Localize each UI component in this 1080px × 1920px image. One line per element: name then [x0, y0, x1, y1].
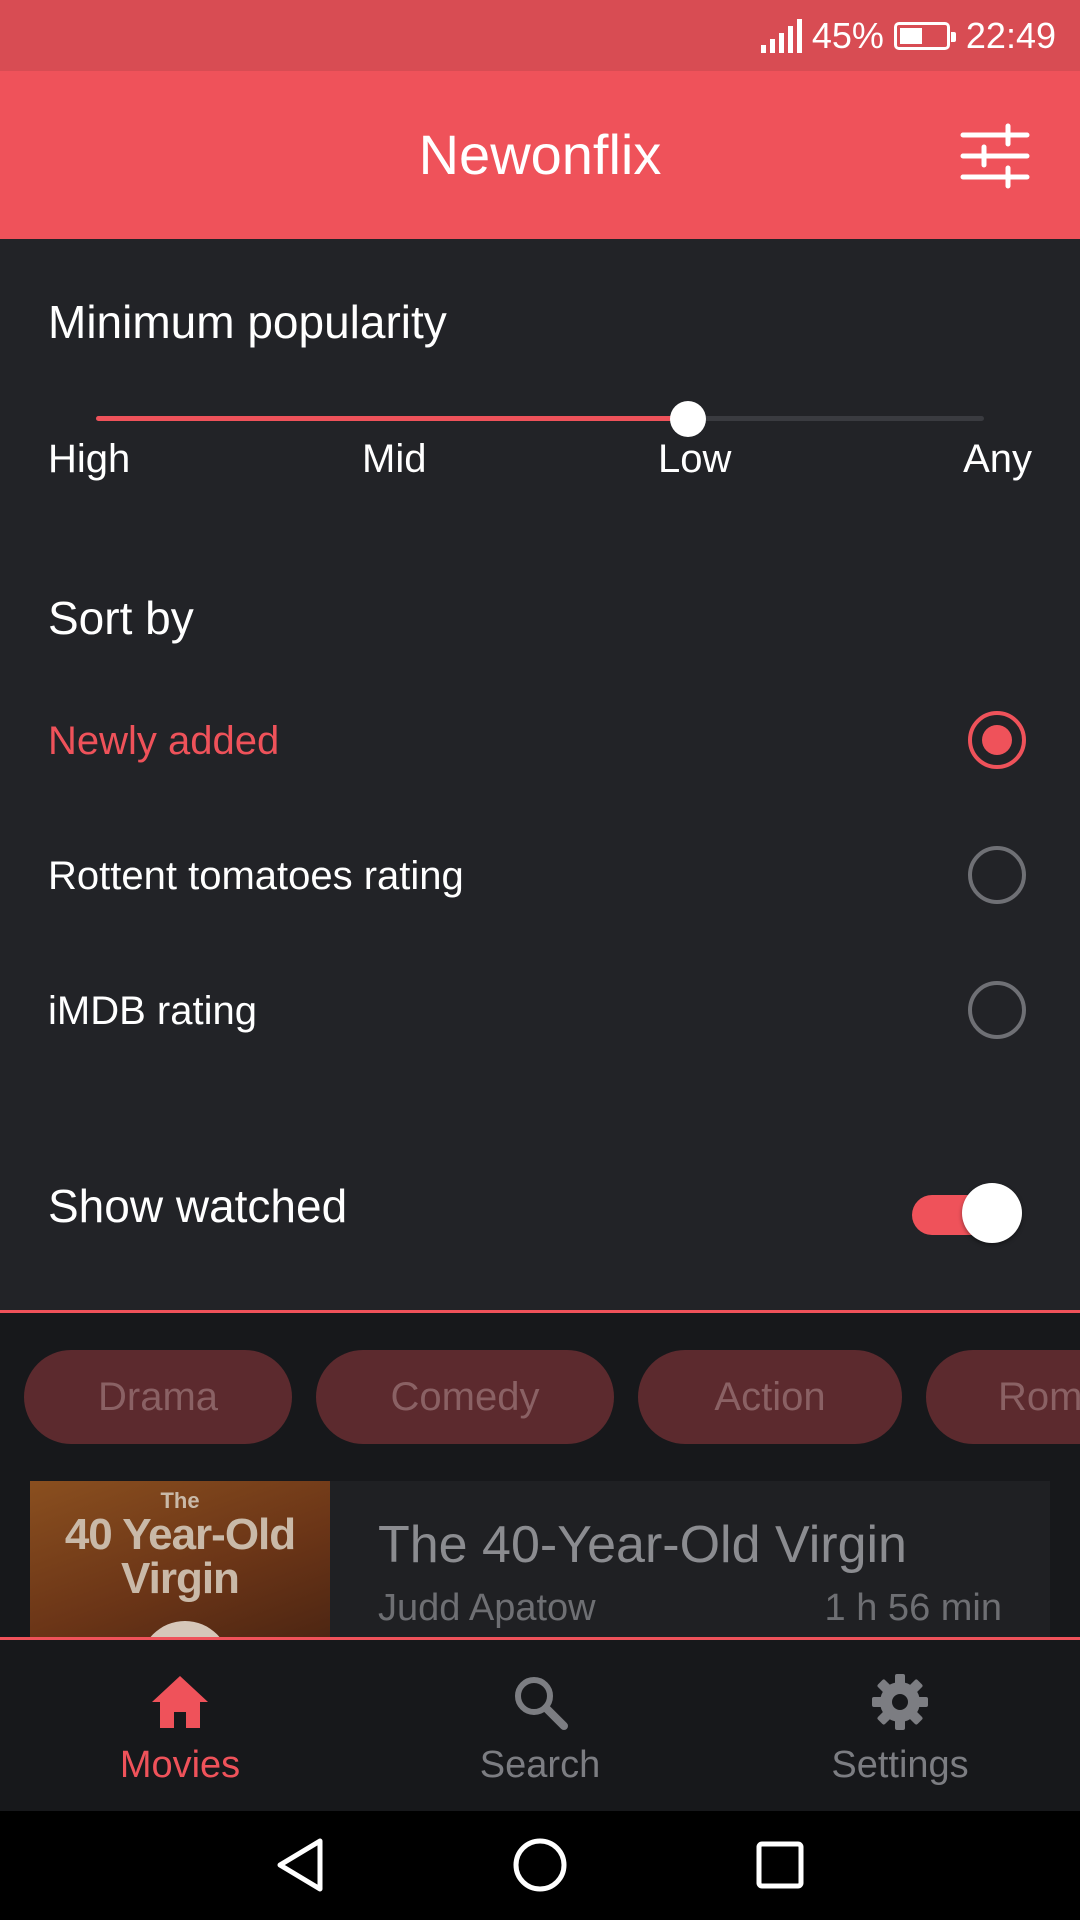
movie-director: Judd Apatow — [378, 1587, 596, 1629]
nav-label: Movies — [119, 1744, 241, 1786]
movie-length: 1 h 56 min — [824, 1587, 1002, 1629]
poster-text-line1: 40 Year-Old — [64, 1510, 296, 1559]
back-icon[interactable] — [268, 1833, 332, 1897]
show-watched-label: Show watched — [48, 1180, 348, 1232]
system-nav-bar — [0, 1811, 1080, 1920]
movie-poster: The 40 Year-Old Virgin — [30, 1481, 330, 1637]
movie-list-area: Drama Comedy Action Rom The 40 Year-Old … — [0, 1310, 1080, 1637]
radio-button[interactable] — [968, 711, 1026, 769]
tick-any[interactable]: Any — [963, 437, 1032, 482]
genre-chip-romance[interactable]: Rom — [926, 1350, 1080, 1444]
genre-chip-drama[interactable]: Drama — [24, 1350, 292, 1444]
battery-percent: 45% — [811, 14, 884, 56]
poster-text-line2: Virgin — [121, 1554, 240, 1603]
gear-icon — [872, 1674, 928, 1730]
show-watched-toggle[interactable] — [912, 1179, 1022, 1243]
sort-option-rotten-tomatoes[interactable]: Rottent tomatoes rating — [0, 826, 1080, 926]
nav-settings[interactable]: Settings — [720, 1640, 1080, 1814]
search-icon — [515, 1677, 568, 1730]
signal-bars-icon — [760, 18, 802, 53]
tick-high[interactable]: High — [48, 437, 130, 482]
radio-button[interactable] — [968, 981, 1026, 1039]
nav-label: Search — [479, 1744, 601, 1786]
status-bar: 45% 22:49 — [0, 0, 1080, 71]
sort-option-label: iMDB rating — [48, 989, 257, 1033]
app-bar: Newonflix — [0, 71, 1080, 239]
bottom-nav: Movies Search Settings — [0, 1637, 1080, 1811]
genre-chip-action[interactable]: Action — [638, 1350, 902, 1444]
genre-chip-comedy[interactable]: Comedy — [316, 1350, 614, 1444]
battery-icon — [893, 21, 956, 50]
filter-panel: Minimum popularity High Mid Low Any Sort… — [0, 239, 1080, 1310]
movie-card[interactable]: The 40 Year-Old Virgin The 40-Year-Old V… — [30, 1481, 1050, 1637]
home-icon — [152, 1676, 208, 1728]
slider-thumb[interactable] — [670, 401, 706, 437]
sort-option-newly-added[interactable]: Newly added — [0, 691, 1080, 791]
nav-search[interactable]: Search — [360, 1640, 720, 1814]
app-title: Newonflix — [418, 123, 662, 186]
sort-option-imdb[interactable]: iMDB rating — [0, 961, 1080, 1061]
slider-active-track — [96, 416, 688, 421]
movie-title: The 40-Year-Old Virgin — [378, 1516, 907, 1574]
sort-option-label: Rottent tomatoes rating — [48, 854, 464, 898]
popularity-title: Minimum popularity — [48, 296, 447, 348]
sliders-icon[interactable] — [960, 123, 1030, 189]
nav-label: Settings — [831, 1744, 969, 1786]
clock: 22:49 — [965, 14, 1056, 56]
poster-face — [140, 1621, 230, 1637]
tick-mid[interactable]: Mid — [362, 437, 426, 482]
recents-icon[interactable] — [748, 1833, 812, 1897]
home-circle-icon[interactable] — [508, 1833, 572, 1897]
popularity-slider[interactable] — [96, 399, 984, 439]
tick-low[interactable]: Low — [658, 437, 731, 482]
sort-option-label: Newly added — [48, 719, 280, 763]
status-indicators: 45% 22:49 — [760, 0, 1056, 71]
toggle-thumb — [962, 1183, 1022, 1243]
sort-title: Sort by — [48, 592, 194, 644]
radio-button[interactable] — [968, 846, 1026, 904]
nav-movies[interactable]: Movies — [0, 1640, 360, 1814]
